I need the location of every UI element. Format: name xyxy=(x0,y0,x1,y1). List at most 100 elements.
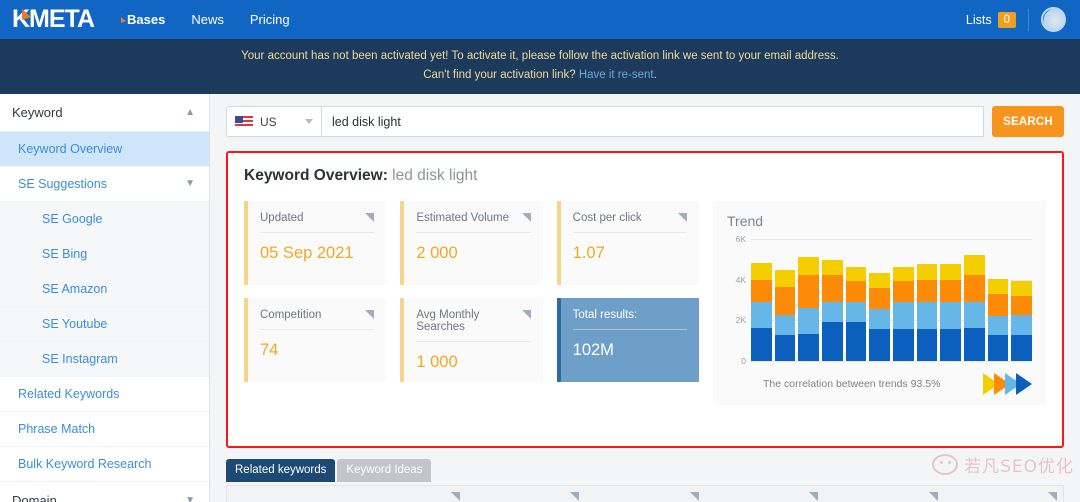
sidebar-item-se-bing[interactable]: SE Bing xyxy=(0,237,209,272)
metric-card-total-results[interactable]: Total results: 102M xyxy=(556,298,699,382)
resize-handle-icon[interactable] xyxy=(689,492,699,501)
trend-chart-bar-segment xyxy=(774,287,796,316)
trend-chart-bar-segment xyxy=(869,288,891,309)
tab-related-keywords[interactable]: Related keywords xyxy=(226,459,336,482)
metric-card-cost-per-click-value: 1.07 xyxy=(572,244,605,262)
chevron-up-icon: ▲ xyxy=(185,106,195,118)
trend-chart-bar[interactable] xyxy=(964,254,985,361)
brand-logo[interactable]: KMETA xyxy=(12,5,95,34)
resize-handle-icon[interactable] xyxy=(365,310,375,319)
resend-activation-link[interactable]: Have it re-sent xyxy=(579,69,654,81)
table-column-header[interactable] xyxy=(346,486,465,502)
sidebar-item-related-keywords[interactable]: Related Keywords xyxy=(0,377,209,412)
metric-card-estimated-volume[interactable]: Estimated Volume 2 000 xyxy=(400,201,543,285)
trend-chart-bar[interactable] xyxy=(798,257,820,361)
trend-chart-bar-segment xyxy=(798,307,820,335)
trend-chart-bar[interactable] xyxy=(774,269,796,361)
resize-handle-icon[interactable] xyxy=(521,310,531,319)
sidebar-item-se-google[interactable]: SE Google xyxy=(0,202,209,237)
trend-chart-bar-segment xyxy=(845,321,867,361)
trend-chart-bar[interactable] xyxy=(916,263,938,361)
trend-chart-bar-segment xyxy=(916,280,938,303)
search-button[interactable]: SEARCH xyxy=(992,106,1064,137)
trend-chart-bar-segment xyxy=(964,301,985,329)
nav-link-news[interactable]: News xyxy=(191,12,224,27)
sidebar-item-se-suggestions[interactable]: SE Suggestions ▼ xyxy=(0,167,209,202)
trend-chart-bar[interactable] xyxy=(893,266,914,361)
trend-chart-bar[interactable] xyxy=(751,262,772,361)
metric-card-updated[interactable]: Updated 05 Sep 2021 xyxy=(244,201,387,285)
metric-card-cost-per-click-head: Cost per click xyxy=(572,212,687,233)
sidebar-item-bulk-keyword-research[interactable]: Bulk Keyword Research xyxy=(0,447,209,482)
trend-chart-bar[interactable] xyxy=(987,278,1009,361)
sidebar-item-se-amazon[interactable]: SE Amazon xyxy=(0,272,209,307)
trend-chart-bar-segment xyxy=(916,328,938,361)
metric-card-cost-per-click[interactable]: Cost per click 1.07 xyxy=(556,201,699,285)
table-column-header[interactable] xyxy=(705,486,824,502)
sidebar-item-keyword-overview[interactable]: Keyword Overview xyxy=(0,132,209,167)
trend-arrows-icon xyxy=(983,373,1032,395)
table-column-header[interactable] xyxy=(944,486,1063,502)
metric-card-competition[interactable]: Competition 74 xyxy=(244,298,387,382)
table-column-header[interactable] xyxy=(227,486,346,502)
nav-right-group: Lists 0 xyxy=(966,7,1066,32)
nav-link-bases[interactable]: Bases xyxy=(121,12,165,27)
resize-handle-icon[interactable] xyxy=(928,492,938,501)
page-title-label: Keyword Overview: xyxy=(244,167,388,184)
resize-handle-icon[interactable] xyxy=(365,213,375,222)
lists-button[interactable]: Lists 0 xyxy=(966,11,1016,28)
trend-chart-bar-segment xyxy=(893,302,914,329)
results-table-header xyxy=(226,485,1064,502)
resize-handle-icon[interactable] xyxy=(809,492,819,501)
metric-card-avg-monthly-searches-value: 1 000 xyxy=(416,353,458,371)
correlation-row: The correlation between trends 93.5% xyxy=(727,373,1032,395)
metric-card-estimated-volume-head: Estimated Volume xyxy=(416,212,531,233)
sidebar-group-keyword[interactable]: Keyword ▲ xyxy=(0,94,209,132)
trend-chart-bar-segment xyxy=(798,334,820,361)
sidebar-item-se-instagram[interactable]: SE Instagram xyxy=(0,342,209,377)
metric-card-updated-head: Updated xyxy=(260,212,375,233)
trend-chart-bar[interactable] xyxy=(845,266,867,361)
trend-chart-bar-segment xyxy=(869,308,891,330)
sidebar-item-phrase-match[interactable]: Phrase Match xyxy=(0,412,209,447)
trend-chart-bar-segment xyxy=(893,266,914,281)
sidebar-group-keyword-label: Keyword xyxy=(12,105,63,120)
resize-handle-icon[interactable] xyxy=(570,492,580,501)
trend-chart-bar-segment xyxy=(964,275,985,302)
metric-card-avg-monthly-searches-head: Avg Monthly Searches xyxy=(416,309,531,342)
trend-chart-bar[interactable] xyxy=(940,263,962,361)
table-column-header[interactable] xyxy=(585,486,704,502)
user-avatar-icon[interactable] xyxy=(1041,7,1066,32)
metric-card-estimated-volume-label: Estimated Volume xyxy=(416,212,510,224)
nav-link-pricing[interactable]: Pricing xyxy=(250,12,290,27)
trend-chart-bar-segment xyxy=(916,263,938,281)
trend-chart-bar[interactable] xyxy=(869,273,891,361)
trend-chart-bar[interactable] xyxy=(822,260,843,361)
tab-keyword-ideas[interactable]: Keyword Ideas xyxy=(337,459,432,482)
logo-triangle-icon xyxy=(22,9,31,20)
trend-chart-bar-segment xyxy=(751,328,772,361)
trend-chart-bar-segment xyxy=(845,266,867,281)
trend-chart-bar-segment xyxy=(751,301,772,329)
resize-handle-icon[interactable] xyxy=(677,213,687,222)
metric-card-total-results-value: 102M xyxy=(572,341,614,359)
activation-banner-period: . xyxy=(653,69,657,81)
country-selector[interactable]: US xyxy=(226,106,321,137)
table-column-header[interactable] xyxy=(466,486,585,502)
trend-chart-bar-segment xyxy=(869,329,891,361)
metric-card-competition-head: Competition xyxy=(260,309,375,330)
resize-handle-icon[interactable] xyxy=(1047,492,1057,501)
sidebar-item-se-youtube[interactable]: SE Youtube xyxy=(0,307,209,342)
metric-card-avg-monthly-searches[interactable]: Avg Monthly Searches 1 000 xyxy=(400,298,543,382)
chevron-down-icon: ▼ xyxy=(185,178,195,189)
resize-handle-icon[interactable] xyxy=(521,213,531,222)
chevron-down-icon xyxy=(305,119,313,124)
search-input[interactable] xyxy=(321,106,984,137)
nav-divider xyxy=(1028,8,1029,31)
trend-chart-bar-segment xyxy=(940,302,962,329)
trend-chart-bar-segment xyxy=(822,260,843,276)
table-column-header[interactable] xyxy=(824,486,943,502)
resize-handle-icon[interactable] xyxy=(450,492,460,501)
trend-chart-bar[interactable] xyxy=(1011,281,1033,361)
sidebar-group-domain[interactable]: Domain ▼ xyxy=(0,482,209,502)
